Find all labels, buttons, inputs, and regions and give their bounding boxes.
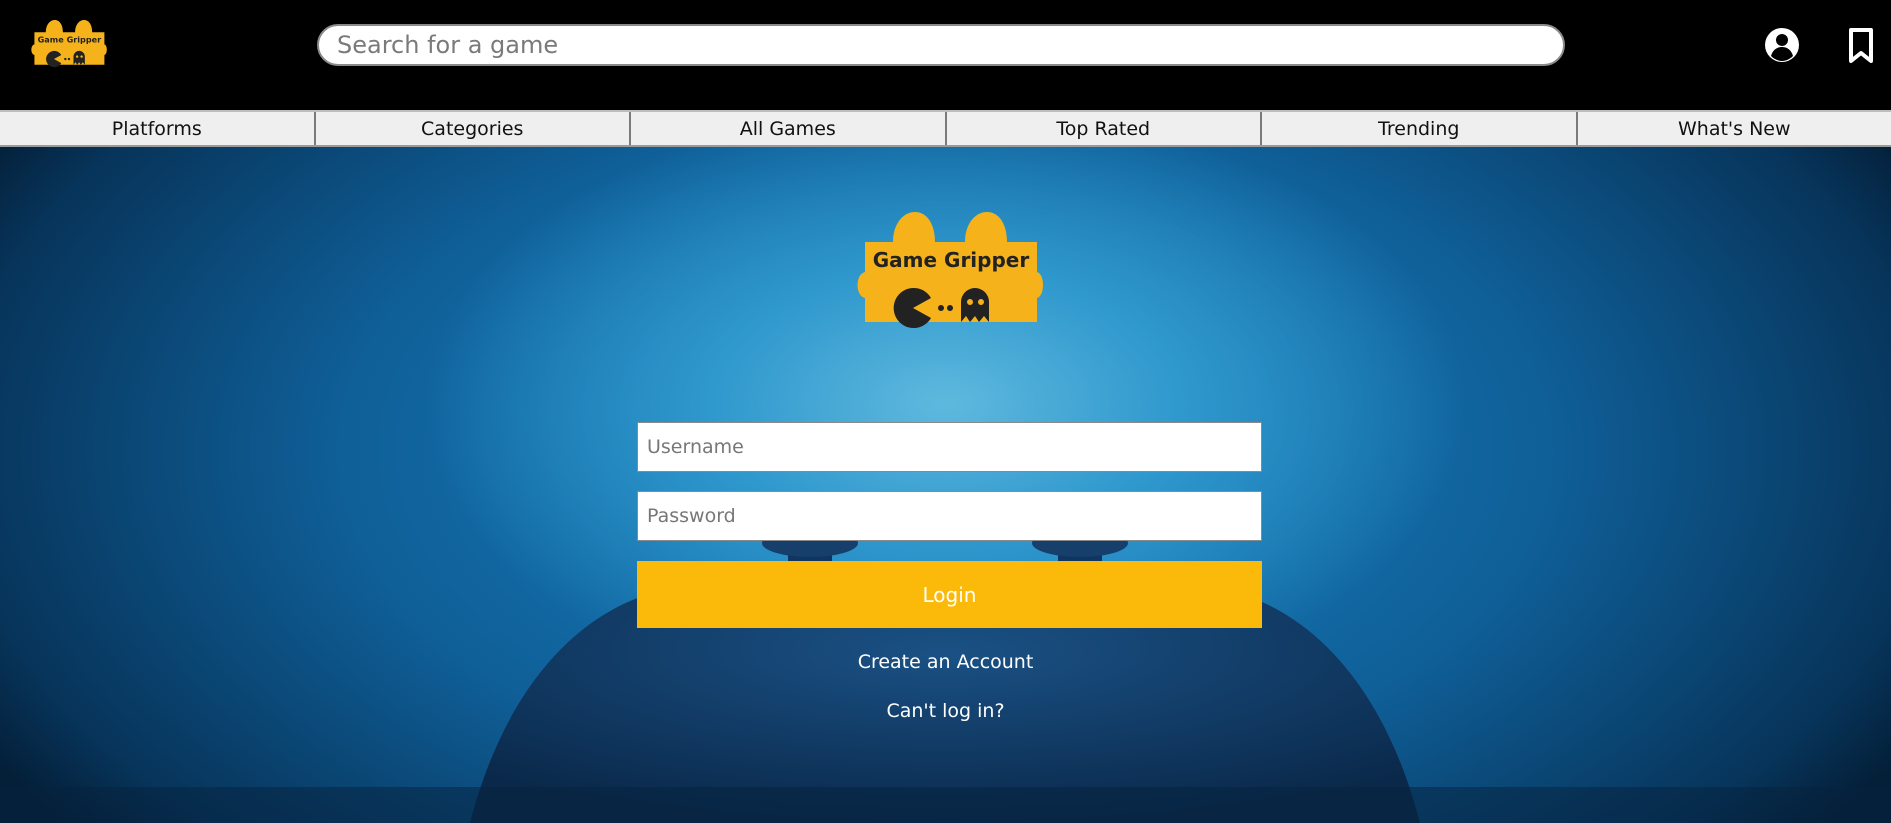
nav-top-rated[interactable]: Top Rated [947,112,1262,145]
search-input[interactable] [317,24,1565,66]
game-gripper-logo-large: Game Gripper [857,212,1043,328]
username-field[interactable] [637,422,1262,472]
create-account-row: Create an Account [0,651,1891,673]
game-gripper-logo[interactable]: Game Gripper [30,20,108,68]
logo-wordmark: Game Gripper [38,34,102,44]
user-account-icon[interactable] [1762,25,1802,65]
create-account-link[interactable]: Create an Account [858,651,1034,673]
nav-whats-new[interactable]: What's New [1578,112,1891,145]
nav-platforms[interactable]: Platforms [0,112,316,145]
login-button[interactable]: Login [637,561,1262,628]
nav-all-games[interactable]: All Games [631,112,947,145]
cant-login-link[interactable]: Can't log in? [886,700,1004,722]
cant-login-row: Can't log in? [0,700,1891,722]
top-header: Game Gripper [0,0,1891,110]
password-field[interactable] [637,491,1262,541]
login-hero: Game Gripper Login Create an Account Can… [0,147,1891,823]
nav-trending[interactable]: Trending [1262,112,1578,145]
nav-categories[interactable]: Categories [316,112,631,145]
bookmark-icon[interactable] [1841,25,1881,65]
logo-wordmark-large: Game Gripper [873,248,1030,272]
main-nav: Platforms Categories All Games Top Rated… [0,110,1891,147]
